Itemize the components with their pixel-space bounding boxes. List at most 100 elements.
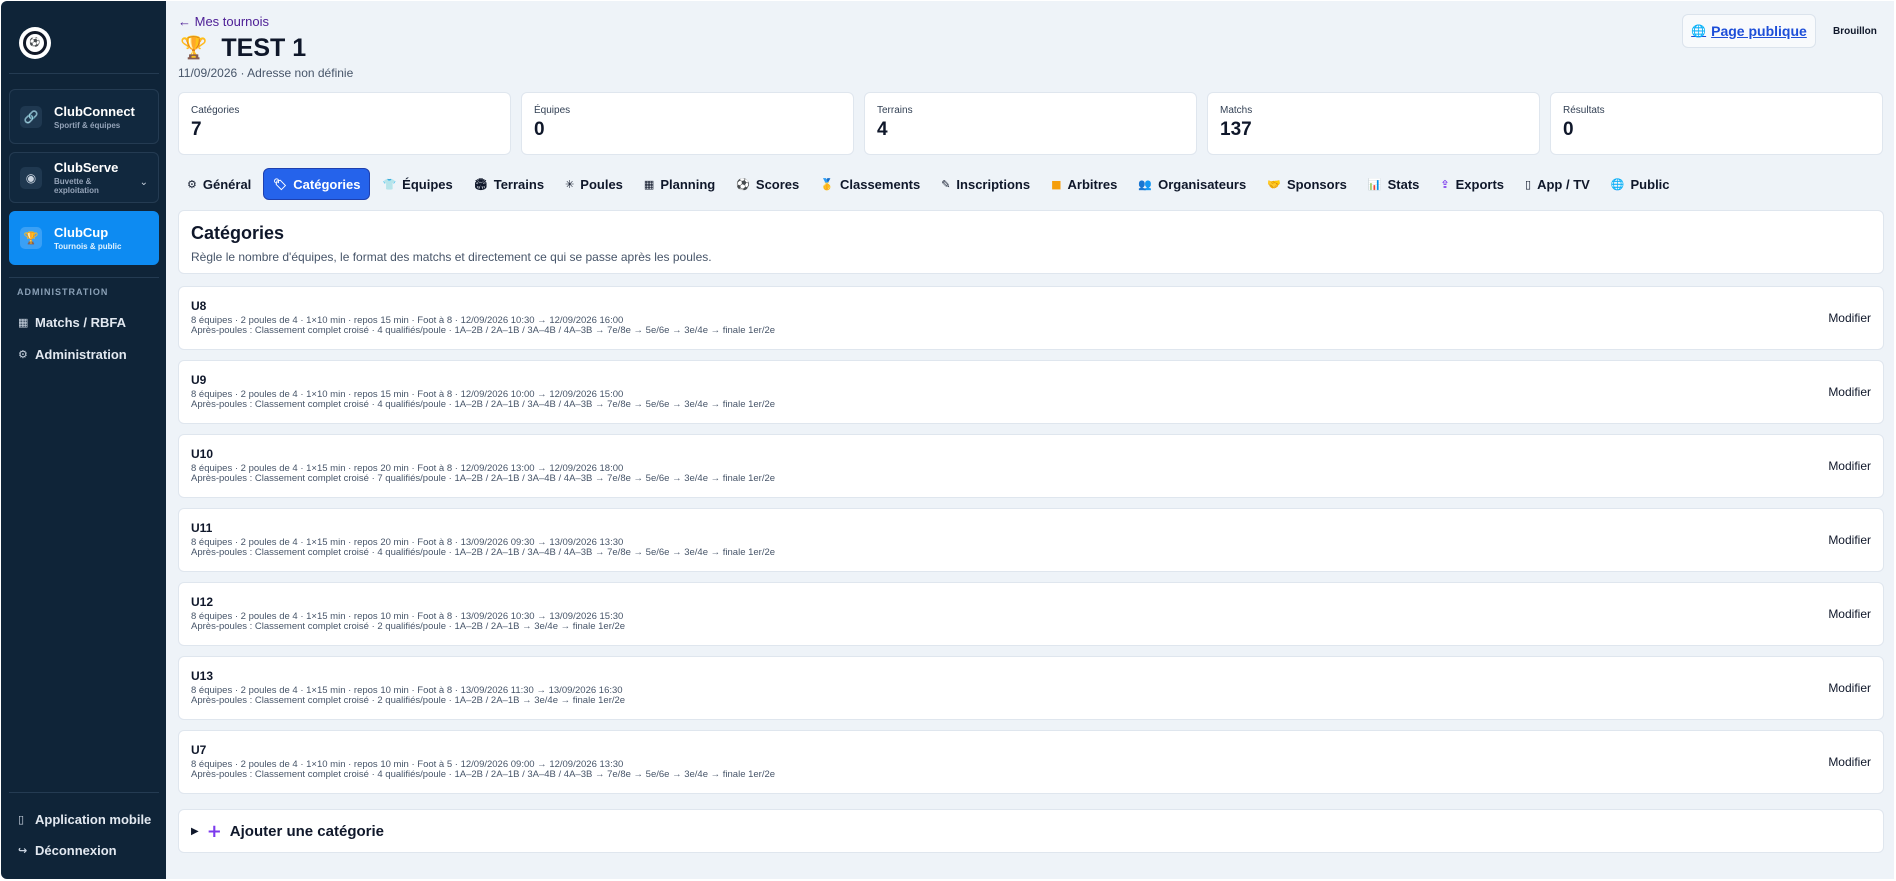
stat-value: 0 — [534, 119, 545, 140]
sidebar: ⚽ 🔗 ClubConnect Sportif & équipes ◉ Club… — [1, 1, 166, 879]
public-page-button[interactable]: 🌐 Page publique — [1682, 14, 1816, 48]
pencil-icon: ✎ — [941, 177, 951, 191]
app-switch-clubcup[interactable]: 🏆 ClubCup Tournois & public — [9, 211, 159, 265]
phone-icon: ▯ — [18, 813, 25, 826]
tab-exports[interactable]: ⇪ Exports — [1431, 168, 1513, 200]
category-row: U13 8 équipes · 2 poules de 4 · 1×15 min… — [178, 656, 1884, 720]
club-logo[interactable]: ⚽ — [19, 27, 51, 59]
sparkle-icon: ✳ — [565, 177, 575, 191]
tab-organisateurs[interactable]: 👥 Organisateurs — [1129, 168, 1255, 200]
category-name: U10 — [191, 447, 214, 461]
tab-sponsors[interactable]: 🤝 Sponsors — [1258, 168, 1356, 200]
stat-label: Résultats — [1563, 105, 1605, 116]
tab-label: Catégories — [293, 176, 361, 192]
tab-terrains[interactable]: 🏟 Terrains — [465, 168, 553, 200]
tab-label: Scores — [755, 176, 800, 192]
category-name: U11 — [191, 521, 213, 535]
app-title: ClubCup — [54, 225, 109, 240]
tab-label: Terrains — [493, 176, 545, 192]
add-category-label: Ajouter une catégorie — [229, 822, 384, 840]
tab-label: Classements — [839, 176, 921, 192]
modify-button[interactable]: Modifier — [1828, 755, 1871, 769]
stat-value: 4 — [877, 119, 888, 140]
status-badge: Brouillon — [1833, 26, 1877, 37]
modify-button[interactable]: Modifier — [1828, 385, 1871, 399]
modify-button[interactable]: Modifier — [1828, 533, 1871, 547]
category-row: U10 8 équipes · 2 poules de 4 · 1×15 min… — [178, 434, 1884, 498]
tag-icon: 🏷 — [273, 177, 288, 191]
sidebar-item-matchs-rbfa[interactable]: ▦ Matchs / RBFA — [18, 315, 126, 330]
stat-value: 137 — [1220, 119, 1252, 140]
back-to-tournaments-link[interactable]: ← Mes tournois — [178, 14, 269, 29]
tab-label: Inscriptions — [956, 176, 1031, 192]
sidebar-item-administration[interactable]: ⚙ Administration — [18, 347, 127, 362]
stat-label: Catégories — [191, 105, 240, 116]
ball-icon: ⚽ — [736, 177, 750, 191]
tab-app-tv[interactable]: ▯ App / TV — [1516, 168, 1599, 200]
app-switch-clubconnect[interactable]: 🔗 ClubConnect Sportif & équipes — [9, 89, 159, 144]
category-name: U9 — [191, 373, 207, 387]
category-after-pools: Après-poules : Classement complet croisé… — [191, 399, 776, 410]
stat-value: 7 — [191, 119, 202, 140]
tab-classements[interactable]: 🥇 Classements — [811, 168, 929, 200]
stat-card-terrains: Terrains 4 — [864, 92, 1197, 155]
category-row: U12 8 équipes · 2 poules de 4 · 1×15 min… — [178, 582, 1884, 646]
tab-planning[interactable]: ▦ Planning — [635, 168, 724, 200]
sidebar-item-label: Déconnexion — [35, 843, 117, 858]
category-row: U7 8 équipes · 2 poules de 4 · 1×10 min … — [178, 730, 1884, 794]
modify-button[interactable]: Modifier — [1828, 681, 1871, 695]
chart-icon: 📊 — [1367, 177, 1382, 191]
category-row: U8 8 équipes · 2 poules de 4 · 1×10 min … — [178, 286, 1884, 350]
tab-scores[interactable]: ⚽ Scores — [727, 168, 808, 200]
category-after-pools: Après-poules : Classement complet croisé… — [191, 695, 626, 706]
tournament-subtitle: 11/09/2026 · Adresse non définie — [178, 66, 354, 80]
category-after-pools: Après-poules : Classement complet croisé… — [191, 325, 776, 336]
tab-equipes[interactable]: 👕 Équipes — [373, 168, 461, 200]
tab-label: Organisateurs — [1158, 176, 1247, 192]
tab-public[interactable]: 🌐 Public — [1602, 168, 1679, 200]
chevron-down-icon[interactable]: ⌄ — [140, 177, 148, 188]
gear-icon: ⚙ — [187, 177, 197, 191]
sidebar-divider — [9, 73, 159, 74]
stats-row: Catégories 7 Équipes 0 Terrains 4 Matchs… — [178, 92, 1883, 155]
handshake-icon: 🤝 — [1267, 177, 1281, 191]
category-name: U7 — [191, 743, 207, 757]
stat-label: Équipes — [534, 105, 571, 116]
app-switch-clubserve[interactable]: ◉ ClubServe Buvette & exploitation ⌄ — [9, 152, 159, 203]
category-name: U8 — [191, 299, 207, 313]
trophy-icon: 🏆 — [20, 227, 42, 249]
tab-inscriptions[interactable]: ✎ Inscriptions — [932, 168, 1039, 200]
tab-poules[interactable]: ✳ Poules — [556, 168, 632, 200]
main-content: ← Mes tournois 🏆 TEST 1 11/09/2026 · Adr… — [166, 1, 1894, 879]
sidebar-item-application-mobile[interactable]: ▯ Application mobile — [18, 812, 151, 827]
serve-icon: ◉ — [20, 166, 42, 189]
tab-arbitres[interactable]: ■ Arbitres — [1042, 168, 1126, 200]
card-icon: ■ — [1051, 177, 1062, 191]
tab-stats[interactable]: 📊 Stats — [1359, 168, 1429, 200]
tab-general[interactable]: ⚙ Général — [178, 168, 260, 200]
trophy-icon: 🏆 — [180, 36, 208, 61]
category-after-pools: Après-poules : Classement complet croisé… — [191, 769, 776, 780]
page-title-row: 🏆 TEST 1 — [180, 34, 306, 63]
category-after-pools: Après-poules : Classement complet croisé… — [191, 547, 776, 558]
tab-label: Général — [202, 176, 252, 192]
tab-bar: ⚙ Général 🏷 Catégories 👕 Équipes 🏟 Terrains … — [178, 168, 1682, 200]
modify-button[interactable]: Modifier — [1828, 607, 1871, 621]
people-icon: 👥 — [1138, 177, 1153, 191]
sidebar-divider — [9, 792, 159, 793]
club-logo-emblem: ⚽ — [23, 31, 47, 55]
tab-label: Sponsors — [1286, 176, 1347, 192]
add-category-toggle[interactable]: ▶ + Ajouter une catégorie — [178, 809, 1884, 853]
globe-icon: 🌐 — [1691, 24, 1707, 38]
tab-categories[interactable]: 🏷 Catégories — [263, 168, 371, 200]
stat-label: Matchs — [1220, 105, 1253, 116]
section-title: Catégories — [191, 223, 285, 243]
modify-button[interactable]: Modifier — [1828, 459, 1871, 473]
sidebar-item-label: Application mobile — [35, 812, 152, 827]
sidebar-item-label: Matchs / RBFA — [35, 315, 127, 330]
app-subtitle: Sportif & équipes — [54, 120, 121, 130]
tab-label: App / TV — [1537, 176, 1590, 192]
sidebar-item-deconnexion[interactable]: ↪ Déconnexion — [18, 843, 117, 858]
section-label-administration: ADMINISTRATION — [17, 287, 109, 297]
modify-button[interactable]: Modifier — [1828, 311, 1871, 325]
